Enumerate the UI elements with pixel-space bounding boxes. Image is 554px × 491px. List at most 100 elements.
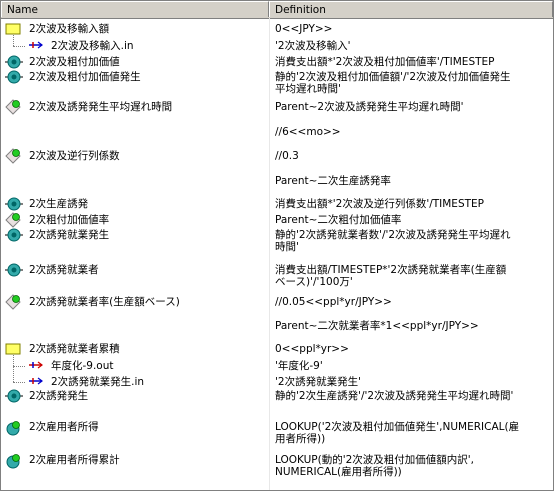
variable-definition: '2次波及移輸入' — [275, 40, 551, 52]
definition-line: 用者所得)) — [275, 433, 326, 445]
flow-out-icon — [27, 359, 43, 373]
list-item[interactable]: 2次波及移輸入.in '2次波及移輸入' — [1, 38, 553, 54]
variable-name: 年度化-9.out — [51, 360, 114, 372]
list-item[interactable]: Parent~二次生産誘発率 — [1, 174, 553, 188]
model-variables-list: Name Definition 2次波及移輸入額 0<<JPY>> 2次波及移輸… — [0, 0, 554, 491]
variable-definition: //0.3 — [275, 150, 551, 162]
list-item[interactable]: 2次誘発就業者率(生産額ベース) //0.05<<ppl*yr/JPY>> — [1, 293, 553, 311]
variable-definition: 消費支出額/TIMESTEP*'2次誘発就業者率(生産額 ベース)'/'100万… — [275, 264, 551, 288]
variable-definition: Parent~二次生産誘発率 — [275, 175, 551, 187]
variable-definition: 消費支出額*'2次波及逆行列係数'/TIMESTEP — [275, 198, 551, 210]
definition-line: '2次波及移輸入' — [275, 40, 351, 52]
variable-definition: LOOKUP(動的'2次波及粗付加価値額内訳', NUMERICAL(雇用者所得… — [275, 454, 551, 478]
constant-icon — [5, 148, 21, 164]
list-item[interactable]: 2次誘発就業者累積 0<<ppl*yr>> — [1, 341, 553, 357]
variable-name: 2次波及粗付加価値 — [29, 56, 120, 68]
list-item[interactable]: 2次波及誘発発生平均遅れ時間 Parent~2次波及誘発発生平均遅れ時間' — [1, 98, 553, 116]
flow-in-icon — [27, 39, 43, 53]
name-column-header[interactable]: Name — [1, 1, 269, 17]
constant-icon — [5, 99, 21, 115]
definition-line: 平均遅れ時間' — [275, 83, 341, 95]
definition-line: Parent~二次就業者率*1<<ppl*yr/JPY>> — [275, 320, 479, 332]
flow-valve-icon — [5, 70, 23, 84]
definition-line: 静的'2次生産誘発'/'2次波及誘発発生平均遅れ時間' — [275, 390, 514, 402]
definition-line: LOOKUP(動的'2次波及粗付加価値額内訳', — [275, 454, 475, 466]
variable-definition: '年度化-9' — [275, 360, 551, 372]
list-item[interactable]: Parent~二次就業者率*1<<ppl*yr/JPY>> — [1, 319, 553, 333]
definition-line: '年度化-9' — [275, 360, 323, 372]
flow-valve-icon — [5, 389, 23, 403]
list-item[interactable]: 2次波及逆行列係数 //0.3 — [1, 147, 553, 165]
list-item[interactable]: 2次誘発就業発生 静的'2次誘発就業者数'/'2次波及誘発発生平均遅れ 時間' — [1, 227, 553, 253]
definition-line: '2次誘発就業発生' — [275, 376, 361, 388]
variable-definition: //6<<mo>> — [275, 126, 551, 138]
variable-definition: Parent~2次波及誘発発生平均遅れ時間' — [275, 101, 551, 113]
variable-definition: 静的'2次誘発就業者数'/'2次波及誘発発生平均遅れ 時間' — [275, 229, 551, 253]
list-item[interactable]: 2次波及粗付加価値発生 静的'2次波及粗付加価値額'/'2次波及付加価値発生 平… — [1, 69, 553, 95]
definition-line: 0<<JPY>> — [275, 23, 333, 35]
definition-line: //6<<mo>> — [275, 126, 341, 138]
constant-icon — [5, 294, 21, 310]
definition-column-header[interactable]: Definition — [269, 1, 553, 17]
variable-name: 2次波及誘発発生平均遅れ時間 — [29, 101, 173, 113]
flow-valve-icon — [5, 55, 23, 69]
list-item[interactable]: 2次粗付加価値率 Parent~二次粗付加価値率 — [1, 212, 553, 228]
definition-line: 時間' — [275, 241, 299, 253]
auxiliary-icon — [5, 453, 21, 469]
variable-name: 2次波及移輸入額 — [29, 23, 110, 35]
variable-name: 2次誘発就業者率(生産額ベース) — [29, 296, 180, 308]
list-item[interactable]: 2次波及粗付加価値 消費支出額*'2次波及粗付加価値率'/TIMESTEP — [1, 54, 553, 70]
variable-name: 2次雇用者所得累計 — [29, 454, 120, 466]
definition-line: //0.3 — [275, 150, 299, 162]
flow-valve-icon — [5, 263, 23, 277]
variable-name: 2次誘発就業発生.in — [51, 376, 145, 388]
definition-line: //0.05<<ppl*yr/JPY>> — [275, 296, 392, 308]
variable-name: 2次誘発就業者 — [29, 264, 99, 276]
list-item[interactable]: 2次誘発就業者 消費支出額/TIMESTEP*'2次誘発就業者率(生産額 ベース… — [1, 261, 553, 288]
variable-name: 2次波及粗付加価値発生 — [29, 71, 141, 83]
definition-line: 消費支出額*'2次波及粗付加価値率'/TIMESTEP — [275, 56, 495, 68]
definition-line: ベース)'/'100万' — [275, 276, 353, 288]
definition-line: NUMERICAL(雇用者所得)) — [275, 466, 402, 478]
variable-definition: 静的'2次波及粗付加価値額'/'2次波及付加価値発生 平均遅れ時間' — [275, 71, 551, 95]
list-item[interactable]: 2次生産誘発 消費支出額*'2次波及逆行列係数'/TIMESTEP — [1, 196, 553, 212]
variable-name: 2次生産誘発 — [29, 198, 89, 210]
variable-definition: 静的'2次生産誘発'/'2次波及誘発発生平均遅れ時間' — [275, 390, 551, 402]
variable-name: 2次粗付加価値率 — [29, 214, 110, 226]
variable-name: 2次誘発就業発生 — [29, 229, 110, 241]
list-item[interactable]: 2次波及移輸入額 0<<JPY>> — [1, 21, 553, 37]
list-item[interactable]: 2次誘発発生 静的'2次生産誘発'/'2次波及誘発発生平均遅れ時間' — [1, 388, 553, 404]
auxiliary-icon — [5, 420, 21, 436]
list-item[interactable]: //6<<mo>> — [1, 125, 553, 139]
list-item[interactable]: 年度化-9.out '年度化-9' — [1, 358, 553, 374]
definition-line: 消費支出額*'2次波及逆行列係数'/TIMESTEP — [275, 198, 484, 210]
definition-line: Parent~二次粗付加価値率 — [275, 214, 402, 226]
variable-name: 2次波及逆行列係数 — [29, 150, 120, 162]
definition-line: Parent~二次生産誘発率 — [275, 175, 391, 187]
definition-line: 静的'2次波及粗付加価値額'/'2次波及付加価値発生 — [275, 71, 511, 83]
definition-line: Parent~2次波及誘発発生平均遅れ時間' — [275, 101, 464, 113]
list-header: Name Definition — [1, 1, 553, 19]
variable-name: 2次誘発就業者累積 — [29, 343, 120, 355]
definition-line: 静的'2次誘発就業者数'/'2次波及誘発発生平均遅れ — [275, 229, 511, 241]
list-item[interactable]: 2次雇用者所得 LOOKUP('2次波及粗付加価値発生',NUMERICAL(雇… — [1, 418, 553, 446]
flow-valve-icon — [5, 228, 23, 242]
definition-line: 0<<ppl*yr>> — [275, 343, 349, 355]
flow-in-icon — [27, 375, 43, 389]
definition-line: 消費支出額/TIMESTEP*'2次誘発就業者率(生産額 — [275, 264, 507, 276]
definition-line: LOOKUP('2次波及粗付加価値発生',NUMERICAL(雇 — [275, 421, 520, 433]
list-item[interactable]: 2次雇用者所得累計 LOOKUP(動的'2次波及粗付加価値額内訳', NUMER… — [1, 451, 553, 479]
variable-definition: 0<<ppl*yr>> — [275, 343, 551, 355]
variable-definition: Parent~二次粗付加価値率 — [275, 214, 551, 226]
variable-definition: 0<<JPY>> — [275, 23, 551, 35]
variable-name: 2次波及移輸入.in — [51, 40, 134, 52]
flow-valve-icon — [5, 197, 23, 211]
variable-name: 2次誘発発生 — [29, 390, 89, 402]
variable-definition: //0.05<<ppl*yr/JPY>> — [275, 296, 551, 308]
variable-definition: Parent~二次就業者率*1<<ppl*yr/JPY>> — [275, 320, 551, 332]
constant-icon — [5, 212, 21, 228]
variable-definition: 消費支出額*'2次波及粗付加価値率'/TIMESTEP — [275, 56, 551, 68]
variable-name: 2次雇用者所得 — [29, 421, 99, 433]
variable-definition: LOOKUP('2次波及粗付加価値発生',NUMERICAL(雇 用者所得)) — [275, 421, 551, 445]
variable-definition: '2次誘発就業発生' — [275, 376, 551, 388]
